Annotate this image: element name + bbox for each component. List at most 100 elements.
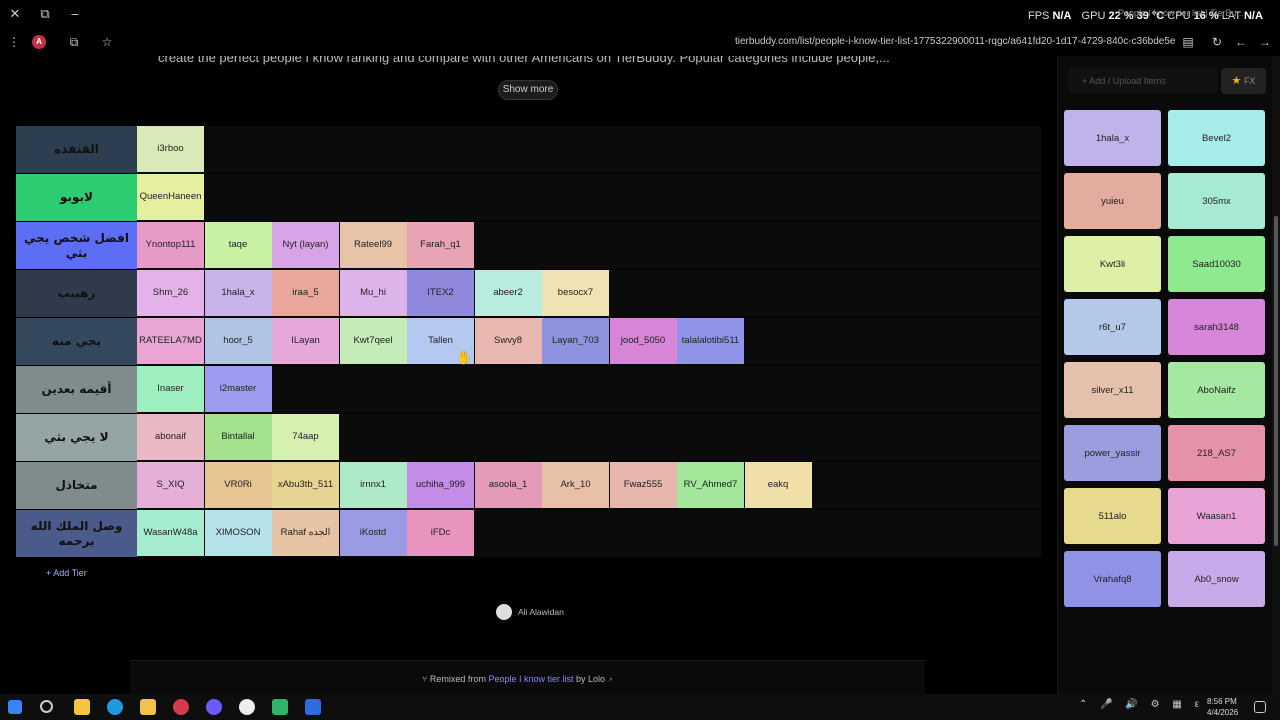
- tier-item[interactable]: uchiha_999: [407, 462, 474, 508]
- browser-tab-title[interactable]: People I know tier list | TierBu...: [1118, 8, 1244, 18]
- app-icon[interactable]: [272, 699, 288, 715]
- clock-time[interactable]: 8:56 PM: [1207, 697, 1237, 706]
- page-scrollbar[interactable]: [1272, 56, 1280, 694]
- pool-item[interactable]: 1hala_x: [1064, 110, 1161, 166]
- tier-label[interactable]: أقيمه بعدين: [16, 366, 137, 413]
- tier-label[interactable]: يجي منه: [16, 318, 137, 365]
- reload-icon[interactable]: ↻: [1207, 32, 1227, 52]
- tier-label[interactable]: افضل شخص يجي بثي: [16, 222, 137, 269]
- tier-item[interactable]: abonaif: [137, 414, 204, 460]
- tier-item[interactable]: QueenHaneen: [137, 174, 204, 220]
- back-icon[interactable]: ←: [1231, 32, 1251, 52]
- extensions-icon[interactable]: ⧉: [64, 32, 84, 52]
- show-more-button[interactable]: Show more: [498, 80, 558, 100]
- minimize-icon[interactable]: –: [64, 4, 86, 24]
- app-icon[interactable]: [305, 699, 321, 715]
- add-tier-button[interactable]: + Add Tier: [46, 568, 87, 578]
- tier-item[interactable]: Fwaz555: [609, 462, 677, 508]
- tier-item[interactable]: hoor_5: [204, 318, 272, 364]
- pool-item[interactable]: Bevel2: [1168, 110, 1265, 166]
- tier-item[interactable]: XIMOSON: [204, 510, 272, 556]
- clock-date[interactable]: 4/4/2026: [1207, 708, 1238, 717]
- tier-item[interactable]: 74aap: [272, 414, 339, 460]
- store-icon[interactable]: [74, 699, 90, 715]
- tier-item[interactable]: irnnx1: [339, 462, 407, 508]
- tier-item[interactable]: VR0Ri: [204, 462, 272, 508]
- external-link-icon[interactable]: ↗: [608, 674, 613, 684]
- system-tray[interactable]: ⌃ 🎤 🔊 ⚙ ▦ ε: [1079, 699, 1204, 710]
- notifications-icon[interactable]: [1254, 701, 1266, 713]
- fx-button[interactable]: ★ FX: [1221, 68, 1266, 94]
- tier-label[interactable]: رهيبب: [16, 270, 137, 317]
- profile-avatar[interactable]: A: [32, 35, 46, 49]
- pool-item[interactable]: AboNaifz: [1168, 362, 1265, 418]
- tier-item[interactable]: Nyt (layan): [272, 222, 339, 268]
- tier-item[interactable]: S_XIQ: [137, 462, 204, 508]
- tier-item[interactable]: Rahaf الجده: [272, 510, 339, 556]
- forward-icon[interactable]: →: [1255, 32, 1275, 52]
- tier-item[interactable]: iFDc: [407, 510, 474, 556]
- pool-item[interactable]: 511alo: [1064, 488, 1161, 544]
- tier-item[interactable]: Bintallal: [204, 414, 272, 460]
- app-icon[interactable]: [206, 699, 222, 715]
- remix-source-link[interactable]: People I know tier list: [488, 674, 573, 684]
- tier-label[interactable]: وصل الملك الله يرحمه: [16, 510, 137, 557]
- tier-item[interactable]: iKostd: [339, 510, 407, 556]
- address-bar[interactable]: tierbuddy.com/list/people-i-know-tier-li…: [735, 36, 1175, 47]
- tier-item[interactable]: taqe: [204, 222, 272, 268]
- tier-item[interactable]: Shm_26: [137, 270, 204, 316]
- tier-label[interactable]: لا يجي بثي: [16, 414, 137, 461]
- tier-item[interactable]: ITEX2: [407, 270, 474, 316]
- pool-item[interactable]: Vrahafq8: [1064, 551, 1161, 607]
- menu-icon[interactable]: ⋮: [4, 32, 24, 52]
- pool-item[interactable]: Ab0_snow: [1168, 551, 1265, 607]
- reader-mode-icon[interactable]: ▤: [1178, 32, 1198, 52]
- tier-item[interactable]: Layan_703: [542, 318, 609, 364]
- settings-icon[interactable]: [239, 699, 255, 715]
- tier-item[interactable]: 1hala_x: [204, 270, 272, 316]
- file-explorer-icon[interactable]: [140, 699, 156, 715]
- tier-label[interactable]: القنفذه: [16, 126, 137, 173]
- pool-item[interactable]: silver_x11: [1064, 362, 1161, 418]
- tier-item[interactable]: Swvy8: [474, 318, 542, 364]
- tier-item[interactable]: Ynontop111: [137, 222, 204, 268]
- pool-item[interactable]: power_yassir: [1064, 425, 1161, 481]
- pool-item[interactable]: 218_AS7: [1168, 425, 1265, 481]
- tier-item[interactable]: i3rboo: [137, 126, 204, 172]
- pool-item[interactable]: Waasan1: [1168, 488, 1265, 544]
- pool-item[interactable]: sarah3148: [1168, 299, 1265, 355]
- pool-item[interactable]: Saad10030: [1168, 236, 1265, 292]
- tier-label[interactable]: متخاذل: [16, 462, 137, 509]
- tier-item[interactable]: talalalotibi511: [677, 318, 744, 364]
- pool-item[interactable]: r6t_u7: [1064, 299, 1161, 355]
- add-upload-items-input[interactable]: + Add / Upload Items: [1068, 68, 1218, 94]
- tier-item[interactable]: abeer2: [474, 270, 542, 316]
- author-credit[interactable]: Ali Alawidan: [496, 604, 564, 620]
- tier-item[interactable]: ILayan: [272, 318, 339, 364]
- tier-item[interactable]: xAbu3tb_511: [272, 462, 339, 508]
- tier-item[interactable]: WasanW48a: [137, 510, 204, 556]
- tier-item[interactable]: RATEELA7MD: [137, 318, 204, 364]
- pool-item[interactable]: 305mx: [1168, 173, 1265, 229]
- tier-item[interactable]: besocx7: [542, 270, 609, 316]
- tier-item[interactable]: iraa_5: [272, 270, 339, 316]
- tier-item[interactable]: Kwt7qeel: [339, 318, 407, 364]
- pool-item[interactable]: yuieu: [1064, 173, 1161, 229]
- author-name[interactable]: Ali Alawidan: [518, 607, 564, 617]
- tier-item[interactable]: eakq: [744, 462, 812, 508]
- pool-item[interactable]: Kwt3li: [1064, 236, 1161, 292]
- start-icon[interactable]: [8, 700, 22, 714]
- tier-item[interactable]: Mu_hi: [339, 270, 407, 316]
- search-icon[interactable]: [40, 700, 53, 713]
- bookmark-star-icon[interactable]: ☆: [97, 32, 117, 52]
- tier-item[interactable]: asoola_1: [474, 462, 542, 508]
- tier-label[interactable]: لابوبو: [16, 174, 137, 221]
- edge-icon[interactable]: [107, 699, 123, 715]
- tier-item[interactable]: i2master: [204, 366, 272, 412]
- opera-gx-icon[interactable]: [173, 699, 189, 715]
- tier-item[interactable]: RV_Ahmed7: [677, 462, 744, 508]
- scrollbar-thumb[interactable]: [1274, 216, 1278, 546]
- tier-item[interactable]: Rateel99: [339, 222, 407, 268]
- tier-item[interactable]: Farah_q1: [407, 222, 474, 268]
- restore-icon[interactable]: ⧉: [34, 4, 56, 24]
